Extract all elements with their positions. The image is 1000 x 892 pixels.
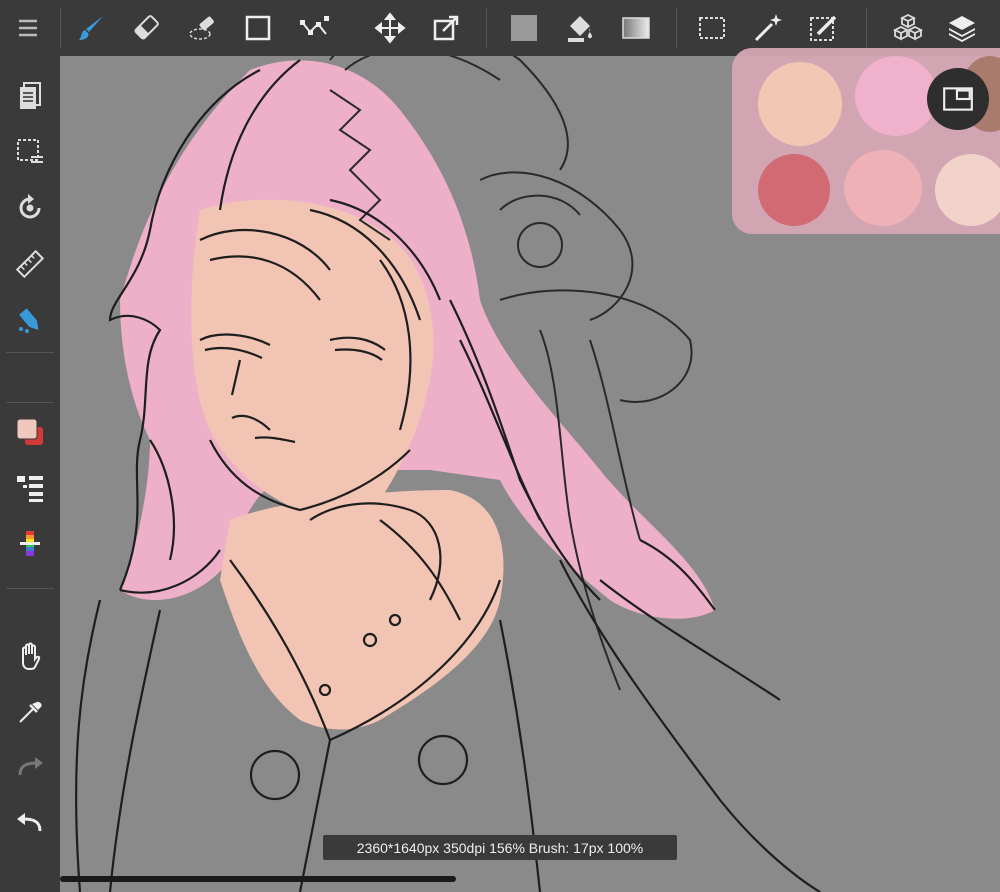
color-palette-icon[interactable] [8, 522, 52, 566]
palette-swatch[interactable] [844, 150, 922, 226]
undo-icon[interactable] [8, 802, 52, 846]
magic-wand-icon[interactable] [746, 6, 790, 50]
canvas-status-bar: 2360*1640px 350dpi 156% Brush: 17px 100% [323, 835, 677, 860]
selection-icon[interactable] [690, 6, 734, 50]
left-sidebar [0, 56, 60, 892]
layers-icon[interactable] [940, 6, 984, 50]
fill-color-icon[interactable] [502, 6, 546, 50]
blur-icon[interactable] [180, 6, 224, 50]
brush-icon[interactable] [70, 6, 114, 50]
materials-icon[interactable] [886, 6, 930, 50]
brush-list-icon[interactable] [8, 466, 52, 510]
rotate-icon[interactable] [8, 186, 52, 230]
palette-swatch[interactable] [758, 62, 842, 146]
palette-swatch[interactable] [935, 154, 1000, 226]
menu-icon[interactable] [6, 6, 50, 50]
select-area-icon[interactable] [8, 130, 52, 174]
polyline-icon[interactable] [292, 6, 336, 50]
horizontal-scrollbar[interactable] [60, 876, 456, 882]
bucket-icon[interactable] [558, 6, 602, 50]
transform-icon[interactable] [424, 6, 468, 50]
ruler-icon[interactable] [8, 242, 52, 286]
move-icon[interactable] [368, 6, 412, 50]
rectangle-icon[interactable] [236, 6, 280, 50]
snap-brush-icon[interactable] [8, 298, 52, 342]
pages-icon[interactable] [8, 74, 52, 118]
gradient-icon[interactable] [614, 6, 658, 50]
select-pen-icon[interactable] [802, 6, 846, 50]
color-swatch-icon[interactable] [8, 410, 52, 454]
navigator-icon [943, 87, 973, 111]
palette-swatch[interactable] [758, 154, 830, 226]
navigator-toggle-button[interactable] [927, 68, 989, 130]
redo-icon[interactable] [8, 746, 52, 790]
hand-icon[interactable] [8, 634, 52, 678]
eyedropper-icon[interactable] [8, 690, 52, 734]
eraser-icon[interactable] [124, 6, 168, 50]
palette-swatch[interactable] [855, 56, 937, 136]
